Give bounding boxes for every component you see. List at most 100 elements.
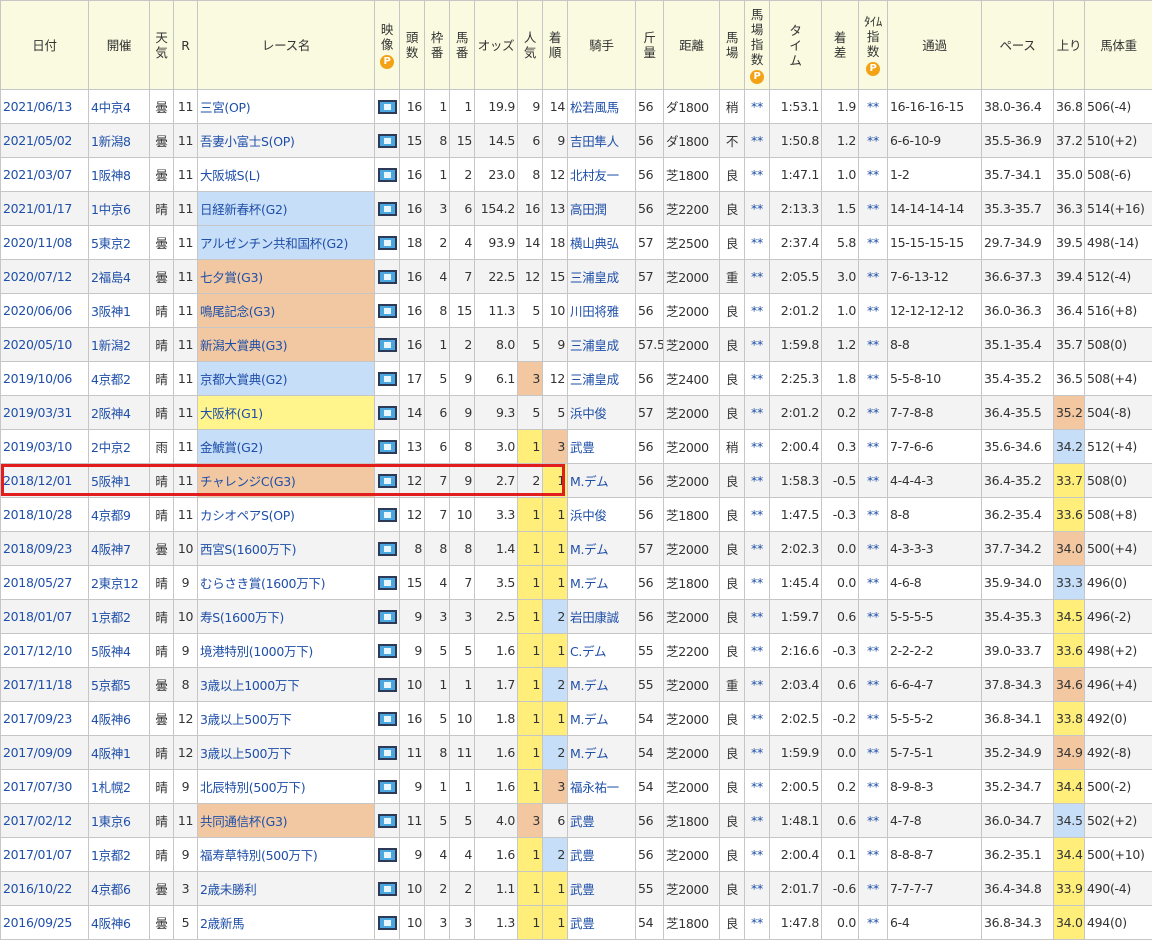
cell-race[interactable]: 3歳以上500万下: [197, 735, 375, 770]
cell-video[interactable]: [374, 191, 400, 226]
cell-race[interactable]: 2歳未勝利: [197, 871, 375, 906]
col-header-20[interactable]: 通過: [887, 0, 982, 90]
cell-race[interactable]: 京都大賞典(G2): [197, 361, 375, 396]
col-header-10[interactable]: 人気: [517, 0, 543, 90]
cell-jockey[interactable]: C.デム: [567, 633, 636, 668]
cell-jockey[interactable]: 三浦皇成: [567, 361, 636, 396]
cell-race[interactable]: 北辰特別(500万下): [197, 769, 375, 804]
col-header-3[interactable]: R: [173, 0, 198, 90]
cell-race[interactable]: むらさき賞(1600万下): [197, 565, 375, 600]
col-header-12[interactable]: 騎手: [567, 0, 636, 90]
cell-date[interactable]: 2020/05/10: [0, 327, 89, 362]
cell-race[interactable]: 大阪杯(G1): [197, 395, 375, 430]
cell-venue[interactable]: 5東京2: [88, 225, 150, 260]
cell-venue[interactable]: 4京都6: [88, 871, 150, 906]
video-icon[interactable]: [377, 644, 397, 659]
cell-race[interactable]: 3歳以上500万下: [197, 701, 375, 736]
col-header-17[interactable]: タイム: [769, 0, 822, 90]
video-icon[interactable]: [377, 134, 397, 149]
cell-venue[interactable]: 1京都2: [88, 837, 150, 872]
video-icon[interactable]: [377, 168, 397, 183]
cell-video[interactable]: [374, 327, 400, 362]
cell-jockey[interactable]: 三浦皇成: [567, 327, 636, 362]
cell-video[interactable]: [374, 837, 400, 872]
cell-video[interactable]: [374, 395, 400, 430]
cell-venue[interactable]: 4京都9: [88, 497, 150, 532]
cell-race[interactable]: アルゼンチン共和国杯(G2): [197, 225, 375, 260]
video-icon[interactable]: [377, 576, 397, 591]
cell-jockey[interactable]: 川田将雅: [567, 293, 636, 328]
cell-video[interactable]: [374, 531, 400, 566]
video-icon[interactable]: [377, 916, 397, 931]
video-icon[interactable]: [377, 440, 397, 455]
cell-date[interactable]: 2017/11/18: [0, 667, 89, 702]
col-header-15[interactable]: 馬場: [719, 0, 745, 90]
col-header-13[interactable]: 斤量: [635, 0, 664, 90]
col-header-6[interactable]: 頭数: [399, 0, 425, 90]
cell-jockey[interactable]: 武豊: [567, 429, 636, 464]
cell-race[interactable]: 金鯱賞(G2): [197, 429, 375, 464]
cell-venue[interactable]: 1京都2: [88, 599, 150, 634]
cell-race[interactable]: 日経新春杯(G2): [197, 191, 375, 226]
cell-date[interactable]: 2017/01/07: [0, 837, 89, 872]
cell-race[interactable]: チャレンジC(G3): [197, 463, 375, 498]
cell-video[interactable]: [374, 157, 400, 192]
cell-venue[interactable]: 4京都2: [88, 361, 150, 396]
cell-jockey[interactable]: M.デム: [567, 565, 636, 600]
cell-date[interactable]: 2019/03/10: [0, 429, 89, 464]
video-icon[interactable]: [377, 406, 397, 421]
cell-race[interactable]: 境港特別(1000万下): [197, 633, 375, 668]
cell-venue[interactable]: 5阪神4: [88, 633, 150, 668]
col-header-21[interactable]: ペース: [981, 0, 1054, 90]
cell-date[interactable]: 2017/09/09: [0, 735, 89, 770]
cell-venue[interactable]: 2福島4: [88, 259, 150, 294]
cell-jockey[interactable]: 武豊: [567, 803, 636, 838]
cell-venue[interactable]: 1中京6: [88, 191, 150, 226]
cell-date[interactable]: 2017/07/30: [0, 769, 89, 804]
cell-race[interactable]: 西宮S(1600万下): [197, 531, 375, 566]
cell-jockey[interactable]: 松若風馬: [567, 89, 636, 124]
cell-venue[interactable]: 1東京6: [88, 803, 150, 838]
cell-date[interactable]: 2021/05/02: [0, 123, 89, 158]
video-icon[interactable]: [377, 202, 397, 217]
cell-jockey[interactable]: M.デム: [567, 463, 636, 498]
cell-video[interactable]: [374, 735, 400, 770]
cell-venue[interactable]: 4阪神6: [88, 701, 150, 736]
cell-race[interactable]: 大阪城S(L): [197, 157, 375, 192]
col-header-8[interactable]: 馬番: [449, 0, 475, 90]
cell-jockey[interactable]: 高田潤: [567, 191, 636, 226]
cell-date[interactable]: 2019/10/06: [0, 361, 89, 396]
cell-video[interactable]: [374, 463, 400, 498]
video-icon[interactable]: [377, 542, 397, 557]
col-header-16[interactable]: 馬場指数P: [744, 0, 770, 90]
col-header-23[interactable]: 馬体重: [1084, 0, 1152, 90]
cell-video[interactable]: [374, 429, 400, 464]
cell-venue[interactable]: 4阪神7: [88, 531, 150, 566]
cell-date[interactable]: 2018/10/28: [0, 497, 89, 532]
video-icon[interactable]: [377, 372, 397, 387]
cell-race[interactable]: 吾妻小富士S(OP): [197, 123, 375, 158]
cell-race[interactable]: 三宮(OP): [197, 89, 375, 124]
cell-venue[interactable]: 1新潟2: [88, 327, 150, 362]
video-icon[interactable]: [377, 678, 397, 693]
video-icon[interactable]: [377, 882, 397, 897]
col-header-11[interactable]: 着順: [542, 0, 568, 90]
cell-venue[interactable]: 4阪神6: [88, 905, 150, 940]
cell-jockey[interactable]: 武豊: [567, 871, 636, 906]
cell-jockey[interactable]: 武豊: [567, 905, 636, 940]
cell-venue[interactable]: 1札幌2: [88, 769, 150, 804]
video-icon[interactable]: [377, 270, 397, 285]
cell-venue[interactable]: 2中京2: [88, 429, 150, 464]
cell-date[interactable]: 2019/03/31: [0, 395, 89, 430]
cell-race[interactable]: 寿S(1600万下): [197, 599, 375, 634]
cell-venue[interactable]: 5京都5: [88, 667, 150, 702]
cell-jockey[interactable]: M.デム: [567, 735, 636, 770]
cell-jockey[interactable]: M.デム: [567, 701, 636, 736]
cell-video[interactable]: [374, 225, 400, 260]
cell-video[interactable]: [374, 871, 400, 906]
cell-date[interactable]: 2016/10/22: [0, 871, 89, 906]
cell-jockey[interactable]: 北村友一: [567, 157, 636, 192]
cell-jockey[interactable]: 浜中俊: [567, 497, 636, 532]
cell-jockey[interactable]: 福永祐一: [567, 769, 636, 804]
cell-venue[interactable]: 1新潟8: [88, 123, 150, 158]
